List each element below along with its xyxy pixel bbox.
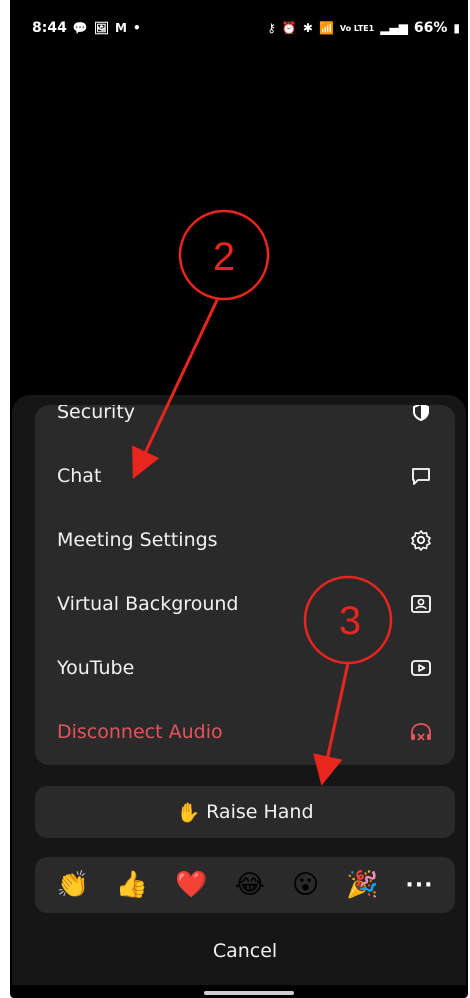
reactions-bar: 👏 👍 ❤️ 😂 😮 🎉 ··· xyxy=(35,857,455,913)
clock: 8:44 xyxy=(32,20,67,36)
menu-item-youtube[interactable]: YouTube xyxy=(35,636,455,700)
reaction-joy[interactable]: 😂 xyxy=(235,872,265,898)
reaction-thumbs-up[interactable]: 👍 xyxy=(116,872,148,898)
reaction-clap[interactable]: 👏 xyxy=(56,872,88,898)
gear-icon xyxy=(409,528,433,552)
menu-item-label: Meeting Settings xyxy=(57,529,218,551)
reaction-open-mouth[interactable]: 😮 xyxy=(292,872,319,898)
raise-hand-icon: ✋ xyxy=(176,801,201,824)
menu-item-chat[interactable]: Chat xyxy=(35,444,455,508)
menu-item-security[interactable]: Security xyxy=(35,405,455,444)
battery-icon: ▮ xyxy=(453,21,460,35)
raise-hand-button[interactable]: ✋ Raise Hand xyxy=(35,786,455,838)
home-indicator xyxy=(204,991,294,995)
chat-bubble-icon xyxy=(409,464,433,488)
key-icon: ⚷ xyxy=(267,21,276,35)
menu-card: Security Chat Meeting Settings Virtual B… xyxy=(35,405,455,765)
headphones-x-icon xyxy=(409,720,433,744)
more-reactions-button[interactable]: ··· xyxy=(405,873,433,898)
status-bar-right: ⚷ ⏰ ✱ 📶 Vo LTE1 ▂▄▆ 66% ▮ xyxy=(267,20,460,36)
phone-screen: 8:44 💬 🖼 M • ⚷ ⏰ ✱ 📶 Vo LTE1 ▂▄▆ 66% ▮ S… xyxy=(10,0,468,998)
image-icon: 🖼 xyxy=(93,21,110,35)
play-icon xyxy=(409,656,433,680)
raise-hand-label: Raise Hand xyxy=(206,801,314,823)
wifi-icon: 📶 xyxy=(318,21,334,35)
reaction-tada[interactable]: 🎉 xyxy=(346,872,378,898)
menu-item-label: Security xyxy=(57,405,136,423)
network-label: Vo LTE1 xyxy=(339,23,375,33)
menu-item-virtual-background[interactable]: Virtual Background xyxy=(35,572,455,636)
battery-percent: 66% xyxy=(413,20,448,36)
menu-item-meeting-settings[interactable]: Meeting Settings xyxy=(35,508,455,572)
reaction-heart[interactable]: ❤️ xyxy=(175,872,207,898)
menu-item-label: Chat xyxy=(57,465,102,487)
dot-icon: • xyxy=(132,21,141,35)
menu-item-disconnect-audio[interactable]: Disconnect Audio xyxy=(35,700,455,764)
signal-icon: ▂▄▆ xyxy=(380,21,408,35)
bluetooth-icon: ✱ xyxy=(302,21,313,35)
cancel-button[interactable]: Cancel xyxy=(35,925,455,977)
gmail-icon: M xyxy=(115,21,127,35)
menu-item-label: Virtual Background xyxy=(57,593,239,615)
chat-bubble-icon: 💬 xyxy=(72,21,88,35)
menu-item-label: YouTube xyxy=(57,657,135,679)
alarm-icon: ⏰ xyxy=(281,21,297,35)
status-bar-left: 8:44 💬 🖼 M • xyxy=(32,20,141,36)
shield-icon xyxy=(409,405,433,424)
portrait-icon xyxy=(409,592,433,616)
status-bar: 8:44 💬 🖼 M • ⚷ ⏰ ✱ 📶 Vo LTE1 ▂▄▆ 66% ▮ xyxy=(10,0,468,54)
menu-item-label: Disconnect Audio xyxy=(57,721,223,743)
